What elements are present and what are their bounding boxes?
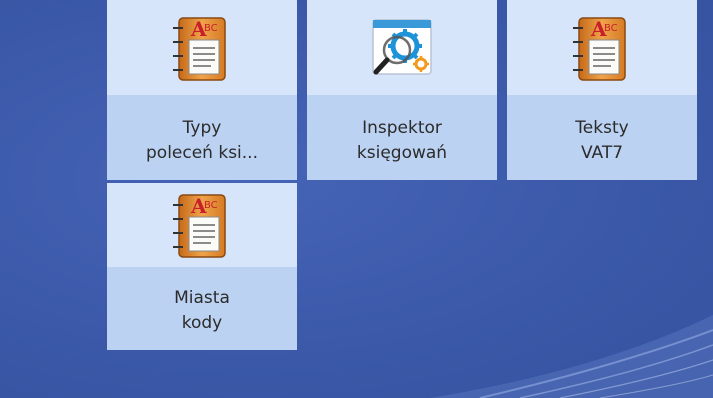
svg-text:BC: BC [604,23,618,34]
tile-label: Miasta kody [107,286,297,336]
tile-typy-polecen[interactable]: A BC Typy poleceń ksi... [107,0,297,180]
svg-text:BC: BC [204,23,218,34]
address-book-icon: A BC [567,14,637,84]
tile-label-line2: księgowań [356,143,448,163]
tile-label-line1: Inspektor [362,118,442,138]
tile-label-line2: poleceń ksi... [146,143,258,163]
address-book-icon: A BC [167,191,237,261]
tile-label-line2: VAT7 [580,143,624,163]
tile-label-line1: Teksty [575,118,629,138]
tile-label: Typy poleceń ksi... [107,116,297,166]
tile-label-line1: Miasta [174,288,230,308]
tile-label: Inspektor księgowań [307,116,497,166]
tile-label-line1: Typy [182,118,222,138]
tile-inspektor-ksiegowan[interactable]: Inspektor księgowań [307,0,497,180]
tile-miasta-kody[interactable]: A BC Miasta kody [107,183,297,350]
svg-text:BC: BC [204,200,218,211]
desktop: A BC Typy poleceń ksi... Inspektor księg… [0,0,713,398]
tile-label-line2: kody [181,313,223,333]
tile-teksty-vat7[interactable]: A BC Teksty VAT7 [507,0,697,180]
address-book-icon: A BC [167,14,237,84]
tile-label: Teksty VAT7 [507,116,697,166]
inspector-gear-icon [367,14,437,84]
